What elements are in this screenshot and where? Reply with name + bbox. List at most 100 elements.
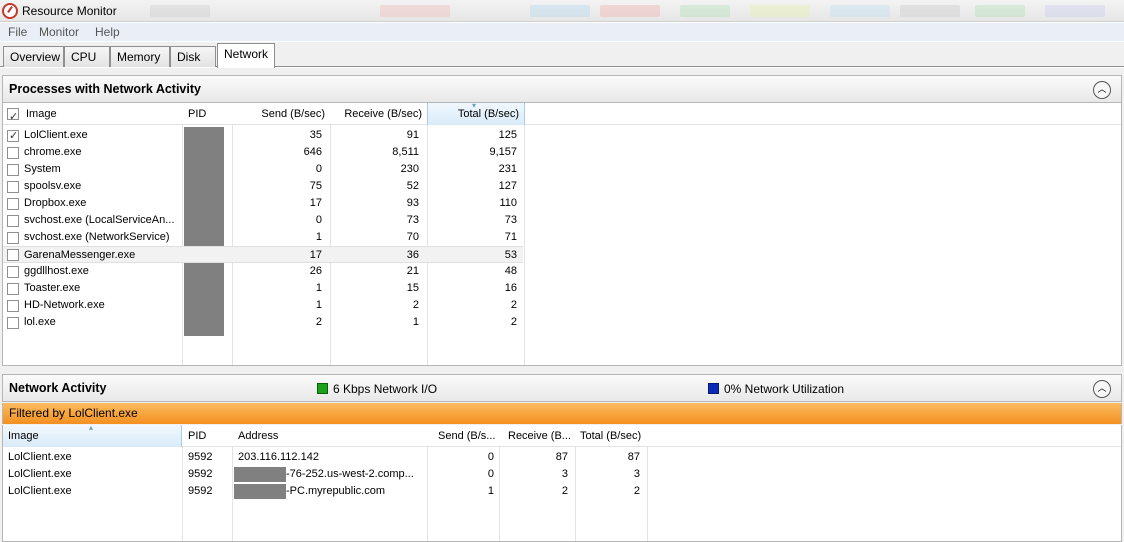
- column-image[interactable]: Image: [21, 103, 181, 125]
- cell-address: -76-252.us-west-2.comp...: [286, 468, 414, 480]
- cell-send: 0: [315, 214, 322, 226]
- processes-table: Image PID Send (B/sec) Receive (B/sec) T…: [2, 101, 1122, 366]
- column-receive[interactable]: Receive (B...: [503, 425, 575, 447]
- cell-total: 87: [627, 451, 640, 463]
- row-checkbox[interactable]: [7, 181, 19, 193]
- column-send[interactable]: Send (B/s...: [433, 425, 499, 447]
- network-activity-table: Image ▴ PID Address Send (B/s... Receive…: [2, 423, 1122, 542]
- network-utilization-swatch: [708, 383, 719, 394]
- cell-image: chrome.exe: [24, 146, 82, 158]
- cell-image: spoolsv.exe: [24, 180, 82, 192]
- redacted-address-block: [234, 467, 286, 482]
- column-total[interactable]: Total (B/sec): [575, 425, 647, 447]
- table-row[interactable]: svchost.exe (NetworkService) 1 70 71: [3, 229, 1121, 246]
- column-pid[interactable]: PID: [183, 103, 232, 125]
- column-send[interactable]: Send (B/sec): [233, 103, 330, 125]
- cell-pid: 9592: [188, 468, 213, 480]
- sort-descending-icon: ▾: [472, 101, 477, 110]
- cell-receive: 2: [412, 299, 419, 311]
- select-all-checkbox[interactable]: [7, 106, 19, 128]
- cell-total: 71: [504, 231, 517, 243]
- cell-receive: 73: [406, 214, 419, 226]
- table-row[interactable]: LolClient.exe 9592 203.116.112.142 0 87 …: [3, 449, 1121, 466]
- cell-send: 26: [309, 265, 322, 277]
- cell-image: HD-Network.exe: [24, 299, 105, 311]
- row-checkbox[interactable]: [7, 283, 19, 295]
- row-checkbox[interactable]: [7, 300, 19, 312]
- cell-total: 3: [633, 468, 640, 480]
- cell-total: 127: [498, 180, 517, 192]
- cell-image: System: [24, 163, 61, 175]
- row-checkbox[interactable]: [7, 249, 19, 261]
- chevron-up-icon: ︿: [1097, 383, 1107, 393]
- row-checkbox[interactable]: [7, 128, 19, 145]
- cell-send: 75: [309, 180, 322, 192]
- cell-receive: 230: [400, 163, 419, 175]
- cell-total: 16: [504, 282, 517, 294]
- menu-bar: File Monitor Help: [0, 23, 1124, 41]
- network-activity-panel-header[interactable]: Network Activity 6 Kbps Network I/O 0% N…: [2, 374, 1122, 402]
- table-row[interactable]: ggdllhost.exe 26 21 48: [3, 263, 1121, 280]
- cell-receive: 52: [406, 180, 419, 192]
- background-taskbar-ghost: [150, 5, 210, 17]
- cell-receive: 2: [561, 485, 568, 497]
- table-row[interactable]: HD-Network.exe 1 2 2: [3, 297, 1121, 314]
- table-row[interactable]: System 0 230 231: [3, 161, 1121, 178]
- collapse-network-activity-button[interactable]: ︿: [1093, 380, 1111, 398]
- window-title: Resource Monitor: [22, 4, 117, 18]
- row-checkbox[interactable]: [7, 147, 19, 159]
- row-checkbox[interactable]: [7, 198, 19, 210]
- table-row[interactable]: LolClient.exe 35 91 125: [3, 127, 1121, 145]
- table-row[interactable]: chrome.exe 646 8,511 9,157: [3, 144, 1121, 161]
- cell-receive: 91: [406, 129, 419, 141]
- table-row[interactable]: GarenaMessenger.exe 17 36 53: [3, 246, 523, 263]
- cell-receive: 3: [561, 468, 568, 480]
- table-row[interactable]: Dropbox.exe 17 93 110: [3, 195, 1121, 212]
- menu-file[interactable]: File: [8, 25, 27, 39]
- cell-total: 125: [498, 129, 517, 141]
- tab-cpu[interactable]: CPU: [64, 46, 110, 67]
- processes-panel-title: Processes with Network Activity: [9, 82, 201, 96]
- cell-image: Toaster.exe: [24, 282, 81, 294]
- tab-network[interactable]: Network: [217, 43, 275, 68]
- table-row[interactable]: LolClient.exe 9592 -76-252.us-west-2.com…: [3, 466, 1121, 483]
- menu-help[interactable]: Help: [95, 25, 120, 39]
- cell-image: LolClient.exe: [8, 451, 72, 463]
- cell-image: Dropbox.exe: [24, 197, 87, 209]
- table-row[interactable]: lol.exe 2 1 2: [3, 314, 1121, 331]
- table-row[interactable]: spoolsv.exe 75 52 127: [3, 178, 1121, 195]
- row-checkbox[interactable]: [7, 266, 19, 278]
- cell-address: -PC.myrepublic.com: [286, 485, 386, 497]
- cell-receive: 15: [406, 282, 419, 294]
- processes-table-header: Image PID Send (B/sec) Receive (B/sec) T…: [3, 101, 1121, 128]
- tab-overview[interactable]: Overview: [3, 46, 64, 67]
- cell-total: 73: [504, 214, 517, 226]
- background-taskbar-ghost: [1045, 5, 1105, 17]
- cell-address: 203.116.112.142: [238, 451, 319, 463]
- menu-monitor[interactable]: Monitor: [39, 25, 79, 39]
- row-checkbox[interactable]: [7, 317, 19, 329]
- title-bar: Resource Monitor: [0, 0, 1124, 22]
- cell-total: 231: [498, 163, 517, 175]
- collapse-processes-button[interactable]: ︿: [1093, 81, 1111, 99]
- cell-total: 2: [510, 316, 517, 328]
- table-row[interactable]: Toaster.exe 1 15 16: [3, 280, 1121, 297]
- tab-memory[interactable]: Memory: [110, 46, 170, 67]
- cell-image: LolClient.exe: [8, 485, 72, 497]
- network-io-label: 6 Kbps Network I/O: [333, 382, 438, 396]
- table-row[interactable]: svchost.exe (LocalServiceAn... 0 73 73: [3, 212, 1121, 229]
- cell-image: LolClient.exe: [8, 468, 72, 480]
- column-receive[interactable]: Receive (B/sec): [331, 103, 427, 125]
- cell-send: 1: [315, 231, 322, 243]
- row-checkbox[interactable]: [7, 164, 19, 176]
- table-row[interactable]: LolClient.exe 9592 -PC.myrepublic.com 1 …: [3, 483, 1121, 500]
- column-address[interactable]: Address: [233, 425, 427, 447]
- tab-strip: Overview CPU Memory Disk Network: [0, 42, 1124, 68]
- tab-disk[interactable]: Disk: [170, 46, 216, 67]
- cell-send: 17: [309, 197, 322, 209]
- row-checkbox[interactable]: [7, 232, 19, 244]
- column-pid[interactable]: PID: [183, 425, 232, 447]
- processes-panel-header[interactable]: Processes with Network Activity ︿: [2, 75, 1122, 103]
- row-checkbox[interactable]: [7, 215, 19, 227]
- cell-image: ggdllhost.exe: [24, 265, 89, 277]
